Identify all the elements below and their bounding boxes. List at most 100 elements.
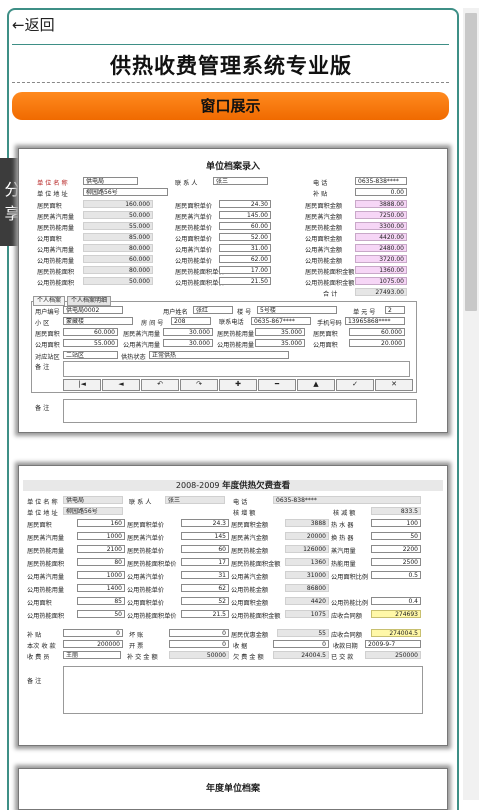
price-field[interactable]: 145 [181, 532, 229, 540]
subsidy-field[interactable]: 0.00 [355, 188, 407, 196]
price-field[interactable]: 31 [181, 571, 229, 579]
bad-debt-field[interactable]: 0 [169, 629, 229, 637]
unit-addr-label: 单 位 地 址 [37, 191, 68, 198]
p-value[interactable]: 60.000 [63, 328, 118, 336]
extra-field[interactable]: 2200 [371, 545, 421, 553]
row-label: 居民蒸汽用量 [37, 214, 75, 221]
tab-personal-record[interactable]: 个人档案 [33, 296, 66, 306]
row-value[interactable]: 85 [77, 597, 125, 605]
phone-field[interactable]: 0635-838**** [355, 177, 407, 185]
nav-button[interactable]: ↷ [180, 379, 218, 391]
extra-field[interactable]: 100 [371, 519, 421, 527]
row-value[interactable]: 2100 [77, 545, 125, 553]
nav-button[interactable]: ▲ [297, 379, 335, 391]
p-value[interactable]: 35.000 [255, 328, 305, 336]
price-field[interactable]: 60.00 [219, 222, 271, 230]
price-field[interactable]: 62 [181, 584, 229, 592]
p-value[interactable]: 55.000 [63, 339, 118, 347]
row-value[interactable]: 80.000 [83, 266, 153, 274]
price-field[interactable]: 24.3 [181, 519, 229, 527]
contact-field[interactable]: 张三 [165, 496, 225, 504]
price-field[interactable]: 62.00 [219, 255, 271, 263]
unit-addr-field[interactable]: 柳园路56号 [83, 188, 168, 196]
contact-field[interactable]: 张三 [213, 177, 268, 185]
date-field[interactable]: 2009-9-7 [365, 640, 421, 648]
subsidy-label: 补 贴 [27, 632, 42, 639]
price-field[interactable]: 21.5 [181, 610, 229, 618]
row-value[interactable]: 80 [77, 558, 125, 566]
user-no-field[interactable]: 供电局0002 [63, 306, 123, 314]
this-payment-field[interactable]: 200000 [63, 640, 123, 648]
nav-button[interactable]: ✚ [219, 379, 257, 391]
row-value[interactable]: 55.000 [83, 222, 153, 230]
unit-no-field[interactable]: 2 [385, 306, 405, 314]
extra-field[interactable]: 2500 [371, 558, 421, 566]
invoice-field[interactable]: 0 [169, 640, 229, 648]
nav-button[interactable]: |◄ [63, 379, 101, 391]
station-select[interactable]: 二站区 [63, 351, 118, 359]
nav-button[interactable]: ✓ [336, 379, 374, 391]
collector-select[interactable]: 王丽 [63, 651, 121, 659]
p-value[interactable]: 30.000 [163, 328, 213, 336]
window-showcase-button[interactable]: 窗口展示 [12, 92, 449, 120]
row-value[interactable]: 50.000 [83, 277, 153, 285]
row-value[interactable]: 80.000 [83, 244, 153, 252]
amount-label: 居民蒸汽金额 [231, 535, 269, 542]
unit-name-field[interactable]: 供电局 [63, 496, 123, 504]
amount-field: 86800 [285, 584, 329, 592]
p-value[interactable]: 35.000 [255, 339, 305, 347]
row-value[interactable]: 1400 [77, 584, 125, 592]
status-select[interactable]: 正常供热 [149, 351, 289, 359]
tab-personal-detail[interactable]: 个人档案明细 [67, 296, 112, 306]
nav-button[interactable]: ↶ [141, 379, 179, 391]
price-field[interactable]: 17.00 [219, 266, 271, 274]
back-link[interactable]: ←返回 [12, 14, 55, 35]
nav-button[interactable]: ✕ [375, 379, 413, 391]
remark-textarea[interactable] [63, 361, 410, 377]
row-value[interactable]: 50 [77, 610, 125, 618]
building-field[interactable]: 5号楼 [257, 306, 337, 314]
user-name-field[interactable]: 张红 [193, 306, 233, 314]
row-value[interactable]: 60.000 [83, 255, 153, 263]
row-value[interactable]: 85.000 [83, 233, 153, 241]
p-value[interactable]: 20.000 [349, 339, 405, 347]
remark2-textarea[interactable] [63, 399, 417, 423]
p-value[interactable]: 60.000 [349, 328, 405, 336]
p-value[interactable]: 30.000 [163, 339, 213, 347]
room-field[interactable]: 208 [171, 317, 211, 325]
price-field[interactable]: 31.00 [219, 244, 271, 252]
area-field[interactable]: 蒙藏楼 [63, 317, 133, 325]
row-value[interactable]: 160.000 [83, 200, 153, 208]
subsidy-field[interactable]: 0 [63, 629, 123, 637]
tel-field[interactable]: 0635-867**** [251, 317, 311, 325]
extra-field[interactable]: 0.5 [371, 571, 421, 579]
price-field[interactable]: 21.50 [219, 277, 271, 285]
nav-button[interactable]: ◄ [102, 379, 140, 391]
price-field[interactable]: 24.30 [219, 200, 271, 208]
reduce-field[interactable]: 833.5 [371, 507, 421, 515]
row-label: 居民热能用量 [27, 548, 65, 555]
row-value[interactable]: 1000 [77, 571, 125, 579]
scrollbar-thumb[interactable] [465, 13, 477, 311]
row-value[interactable]: 1000 [77, 532, 125, 540]
receipt-field[interactable]: 0 [273, 640, 329, 648]
nav-button[interactable]: ━ [258, 379, 296, 391]
extra-field[interactable]: 0.4 [371, 597, 421, 605]
price-field[interactable]: 52.00 [219, 233, 271, 241]
unit-addr-field[interactable]: 柳园路56号 [63, 507, 123, 515]
mobile-field[interactable]: 13965868**** [345, 317, 405, 325]
amount-field: 2480.00 [355, 244, 407, 252]
row-value[interactable]: 50.000 [83, 211, 153, 219]
price-field[interactable]: 145.00 [219, 211, 271, 219]
remark-textarea[interactable] [63, 666, 423, 714]
price-field[interactable]: 17 [181, 558, 229, 566]
extra-field[interactable]: 274693 [371, 610, 421, 618]
unit-name-field[interactable]: 供电局 [83, 177, 138, 185]
amount-field: 20000 [285, 532, 329, 540]
phone-field[interactable]: 0635-838**** [273, 496, 421, 504]
price-field[interactable]: 60 [181, 545, 229, 553]
price-field[interactable]: 52 [181, 597, 229, 605]
extra-field[interactable]: 50 [371, 532, 421, 540]
row-value[interactable]: 160 [77, 519, 125, 527]
page-title: 供热收费管理系统专业版 [110, 54, 352, 78]
